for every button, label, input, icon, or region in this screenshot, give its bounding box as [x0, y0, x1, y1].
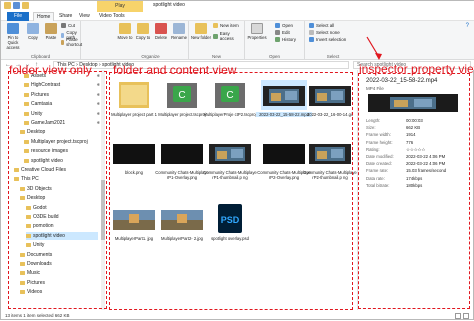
copy-to-label: Copy to: [135, 35, 151, 40]
history-button[interactable]: History: [275, 37, 296, 42]
paste-shortcut-label: Paste shortcut: [66, 37, 83, 47]
invert-selection-icon: [309, 37, 314, 42]
organize-group: Move to Copy to Delete Rename Organize: [113, 21, 189, 60]
play-context-tab[interactable]: Play: [97, 1, 143, 12]
paste-button[interactable]: Paste: [41, 23, 61, 40]
move-to-icon: [119, 23, 131, 34]
rename-label: Rename: [171, 35, 187, 40]
nav-annotation-box: [8, 71, 107, 309]
select-all-icon: [309, 23, 314, 28]
new-item-icon: [213, 23, 218, 28]
view-buttons: [455, 313, 469, 319]
select-none-icon: [309, 30, 314, 35]
invert-selection-label: Invert selection: [316, 37, 347, 42]
move-to-label: Move to: [117, 35, 133, 40]
organize-caption: Organize: [141, 54, 160, 59]
details-view-icon[interactable]: [455, 313, 461, 319]
delete-label: Delete: [154, 35, 168, 40]
properties-icon: [251, 23, 263, 34]
new-folder-button[interactable]: New folder: [191, 23, 211, 40]
clipboard-caption: Clipboard: [30, 54, 51, 59]
properties-label: Properties: [247, 35, 267, 40]
ribbon-tabs: File Home Share View Video Tools: [1, 12, 474, 21]
new-group: New folder New item Easy access New: [189, 21, 245, 60]
large-icons-view-icon[interactable]: [463, 313, 469, 319]
new-folder-icon: [195, 23, 207, 34]
save-qat-icon[interactable]: [13, 2, 20, 9]
select-caption: Select: [326, 54, 340, 59]
select-all-button[interactable]: Select all: [309, 23, 334, 28]
new-item-label: New item: [220, 23, 239, 28]
copy-to-icon: [137, 23, 149, 34]
clipboard-group: Pin to Quick access Copy Paste Cut Copy …: [1, 21, 84, 60]
move-to-button[interactable]: Move to: [115, 23, 135, 40]
invert-selection-button[interactable]: Invert selection: [309, 37, 346, 42]
open-group: Properties Open Edit History Open: [245, 21, 305, 60]
select-group: Select all Select none Invert selection …: [305, 21, 361, 60]
new-folder-label: New folder: [191, 35, 212, 40]
open-label: Open: [282, 23, 294, 28]
delete-icon: [155, 23, 167, 34]
folder-qat-icon[interactable]: [22, 2, 29, 9]
copy-to-button[interactable]: Copy to: [133, 23, 153, 40]
rename-button[interactable]: Rename: [169, 23, 189, 40]
properties-qat-icon[interactable]: [4, 2, 11, 9]
content-annotation-label: folder and content view: [113, 63, 237, 77]
open-icon: [275, 23, 280, 28]
history-icon: [275, 37, 280, 42]
new-caption: New: [211, 54, 221, 59]
paste-label: Paste: [45, 35, 57, 40]
select-none-label: Select none: [316, 30, 340, 35]
window-title: spotlight video: [153, 2, 185, 8]
copy-icon: [27, 23, 39, 34]
cut-button[interactable]: Cut: [61, 23, 75, 28]
pin-icon: [7, 23, 19, 34]
file-explorer-window: Play spotlight video File Home Share Vie…: [0, 0, 474, 320]
edit-label: Edit: [282, 30, 290, 35]
edit-icon: [275, 30, 280, 35]
annotation-arrow: [366, 36, 382, 60]
select-none-button[interactable]: Select none: [309, 30, 340, 35]
pin-label: Pin to Quick access: [6, 35, 20, 50]
ribbon: Pin to Quick access Copy Paste Cut Copy …: [1, 21, 474, 60]
paste-shortcut-icon: [61, 39, 65, 45]
delete-button[interactable]: Delete: [151, 23, 171, 40]
paste-shortcut-button[interactable]: Paste shortcut: [61, 37, 84, 47]
content-annotation-box: [109, 72, 353, 310]
title-bar: Play spotlight video: [1, 1, 474, 12]
quick-access-toolbar: [4, 2, 29, 9]
status-text: 13 items 1 item selected 662 KB: [5, 313, 70, 318]
tab-view[interactable]: View: [79, 12, 90, 21]
scissors-icon: [61, 23, 66, 28]
nav-annotation-label: folder view only: [9, 63, 92, 77]
rename-icon: [173, 23, 185, 34]
easy-access-button[interactable]: Easy access: [213, 31, 244, 41]
tab-video-tools[interactable]: Video Tools: [99, 12, 125, 21]
pin-button[interactable]: Pin to Quick access: [3, 23, 23, 50]
open-button[interactable]: Open: [275, 23, 293, 28]
easy-access-icon: [213, 33, 218, 39]
select-all-label: Select all: [316, 23, 335, 28]
details-annotation-box: [358, 73, 470, 309]
new-item-button[interactable]: New item: [213, 23, 239, 28]
cut-label: Cut: [68, 23, 76, 28]
open-caption: Open: [268, 54, 280, 59]
properties-button[interactable]: Properties: [247, 23, 267, 40]
tab-share[interactable]: Share: [59, 12, 72, 21]
copy-button[interactable]: Copy: [23, 23, 43, 40]
history-label: History: [282, 37, 297, 42]
paste-icon: [45, 23, 57, 34]
copy-label: Copy: [28, 35, 38, 40]
help-icon[interactable]: ?: [466, 23, 469, 29]
edit-button[interactable]: Edit: [275, 30, 290, 35]
tab-file[interactable]: File: [7, 12, 29, 21]
tab-home[interactable]: Home: [33, 12, 55, 21]
details-annotation-label: inspector property view: [359, 62, 474, 76]
easy-access-label: Easy access: [219, 31, 234, 41]
